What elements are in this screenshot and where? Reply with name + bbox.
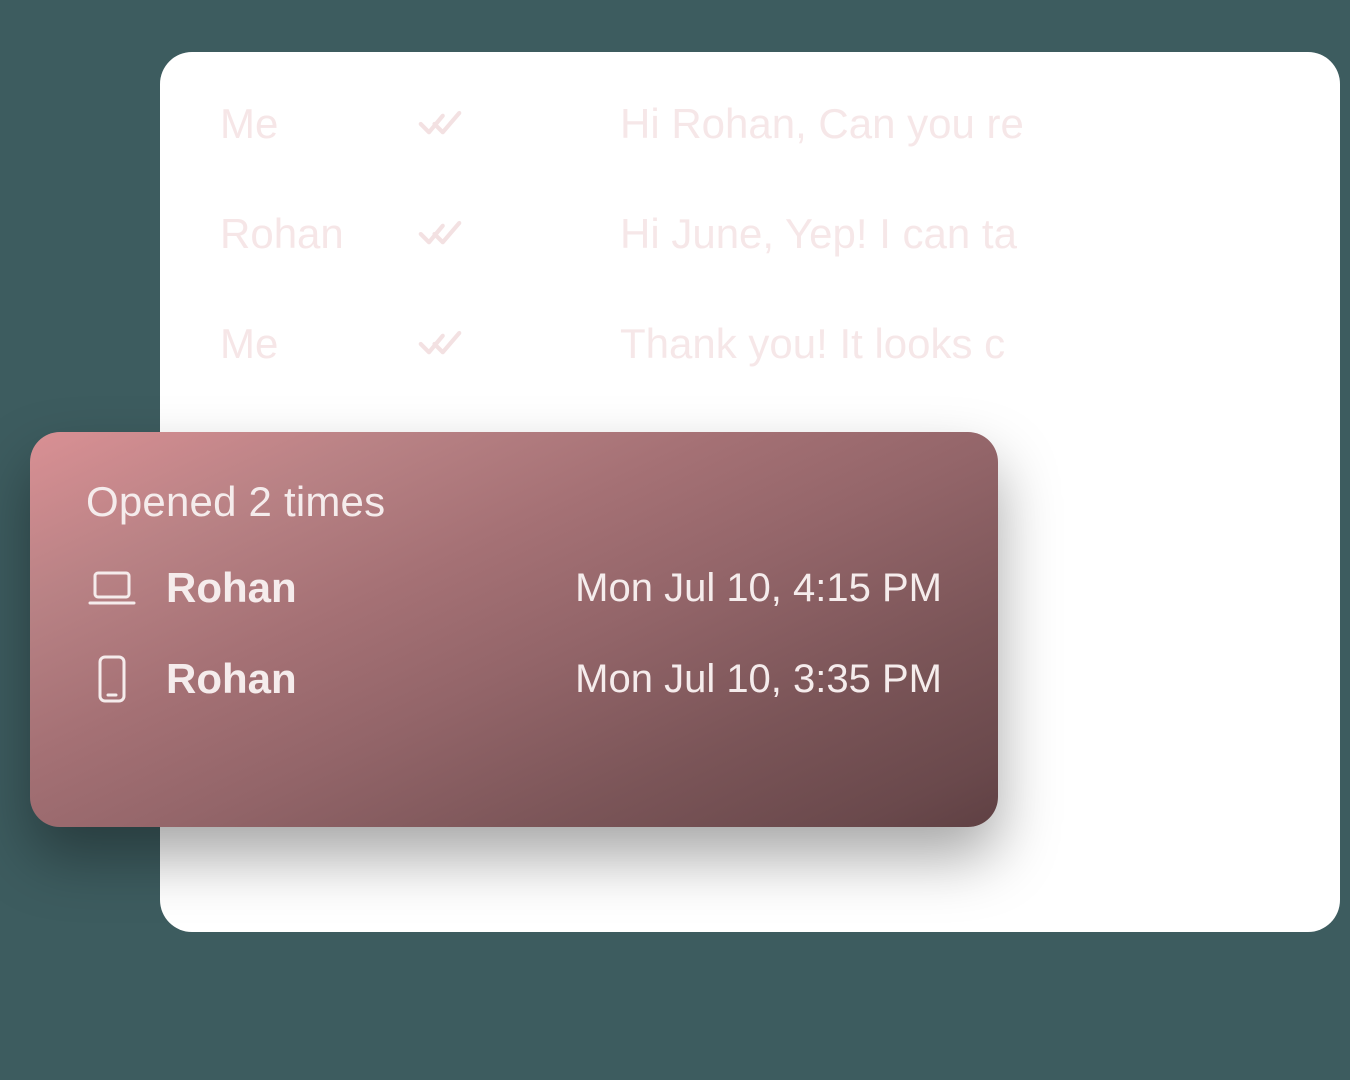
- open-event-name: Rohan: [166, 564, 297, 612]
- read-receipt-icon: [418, 212, 462, 256]
- open-event-row[interactable]: Rohan Mon Jul 10, 3:35 PM: [86, 654, 942, 704]
- read-receipt-icon: [418, 322, 462, 366]
- laptop-icon: [86, 568, 138, 608]
- open-event-time: Mon Jul 10, 3:35 PM: [575, 657, 942, 702]
- open-event-time: Mon Jul 10, 4:15 PM: [575, 566, 942, 611]
- message-row[interactable]: Rohan Hi June, Yep! I can ta: [220, 210, 1280, 258]
- message-row[interactable]: Me Hi Rohan, Can you re: [220, 100, 1280, 148]
- popover-title: Opened 2 times: [86, 478, 942, 526]
- message-row[interactable]: Me Thank you! It looks c: [220, 320, 1280, 368]
- message-sender: Rohan: [220, 210, 400, 258]
- message-preview: Hi Rohan, Can you re: [620, 100, 1024, 148]
- read-receipt-popover: Opened 2 times Rohan Mon Jul 10, 4:15 PM…: [30, 432, 998, 827]
- open-event-name: Rohan: [166, 655, 297, 703]
- message-preview: Thank you! It looks c: [620, 320, 1005, 368]
- open-event-row[interactable]: Rohan Mon Jul 10, 4:15 PM: [86, 564, 942, 612]
- phone-icon: [86, 654, 138, 704]
- message-preview: Hi June, Yep! I can ta: [620, 210, 1017, 258]
- read-receipt-icon: [418, 102, 462, 146]
- message-sender: Me: [220, 100, 400, 148]
- message-sender: Me: [220, 320, 400, 368]
